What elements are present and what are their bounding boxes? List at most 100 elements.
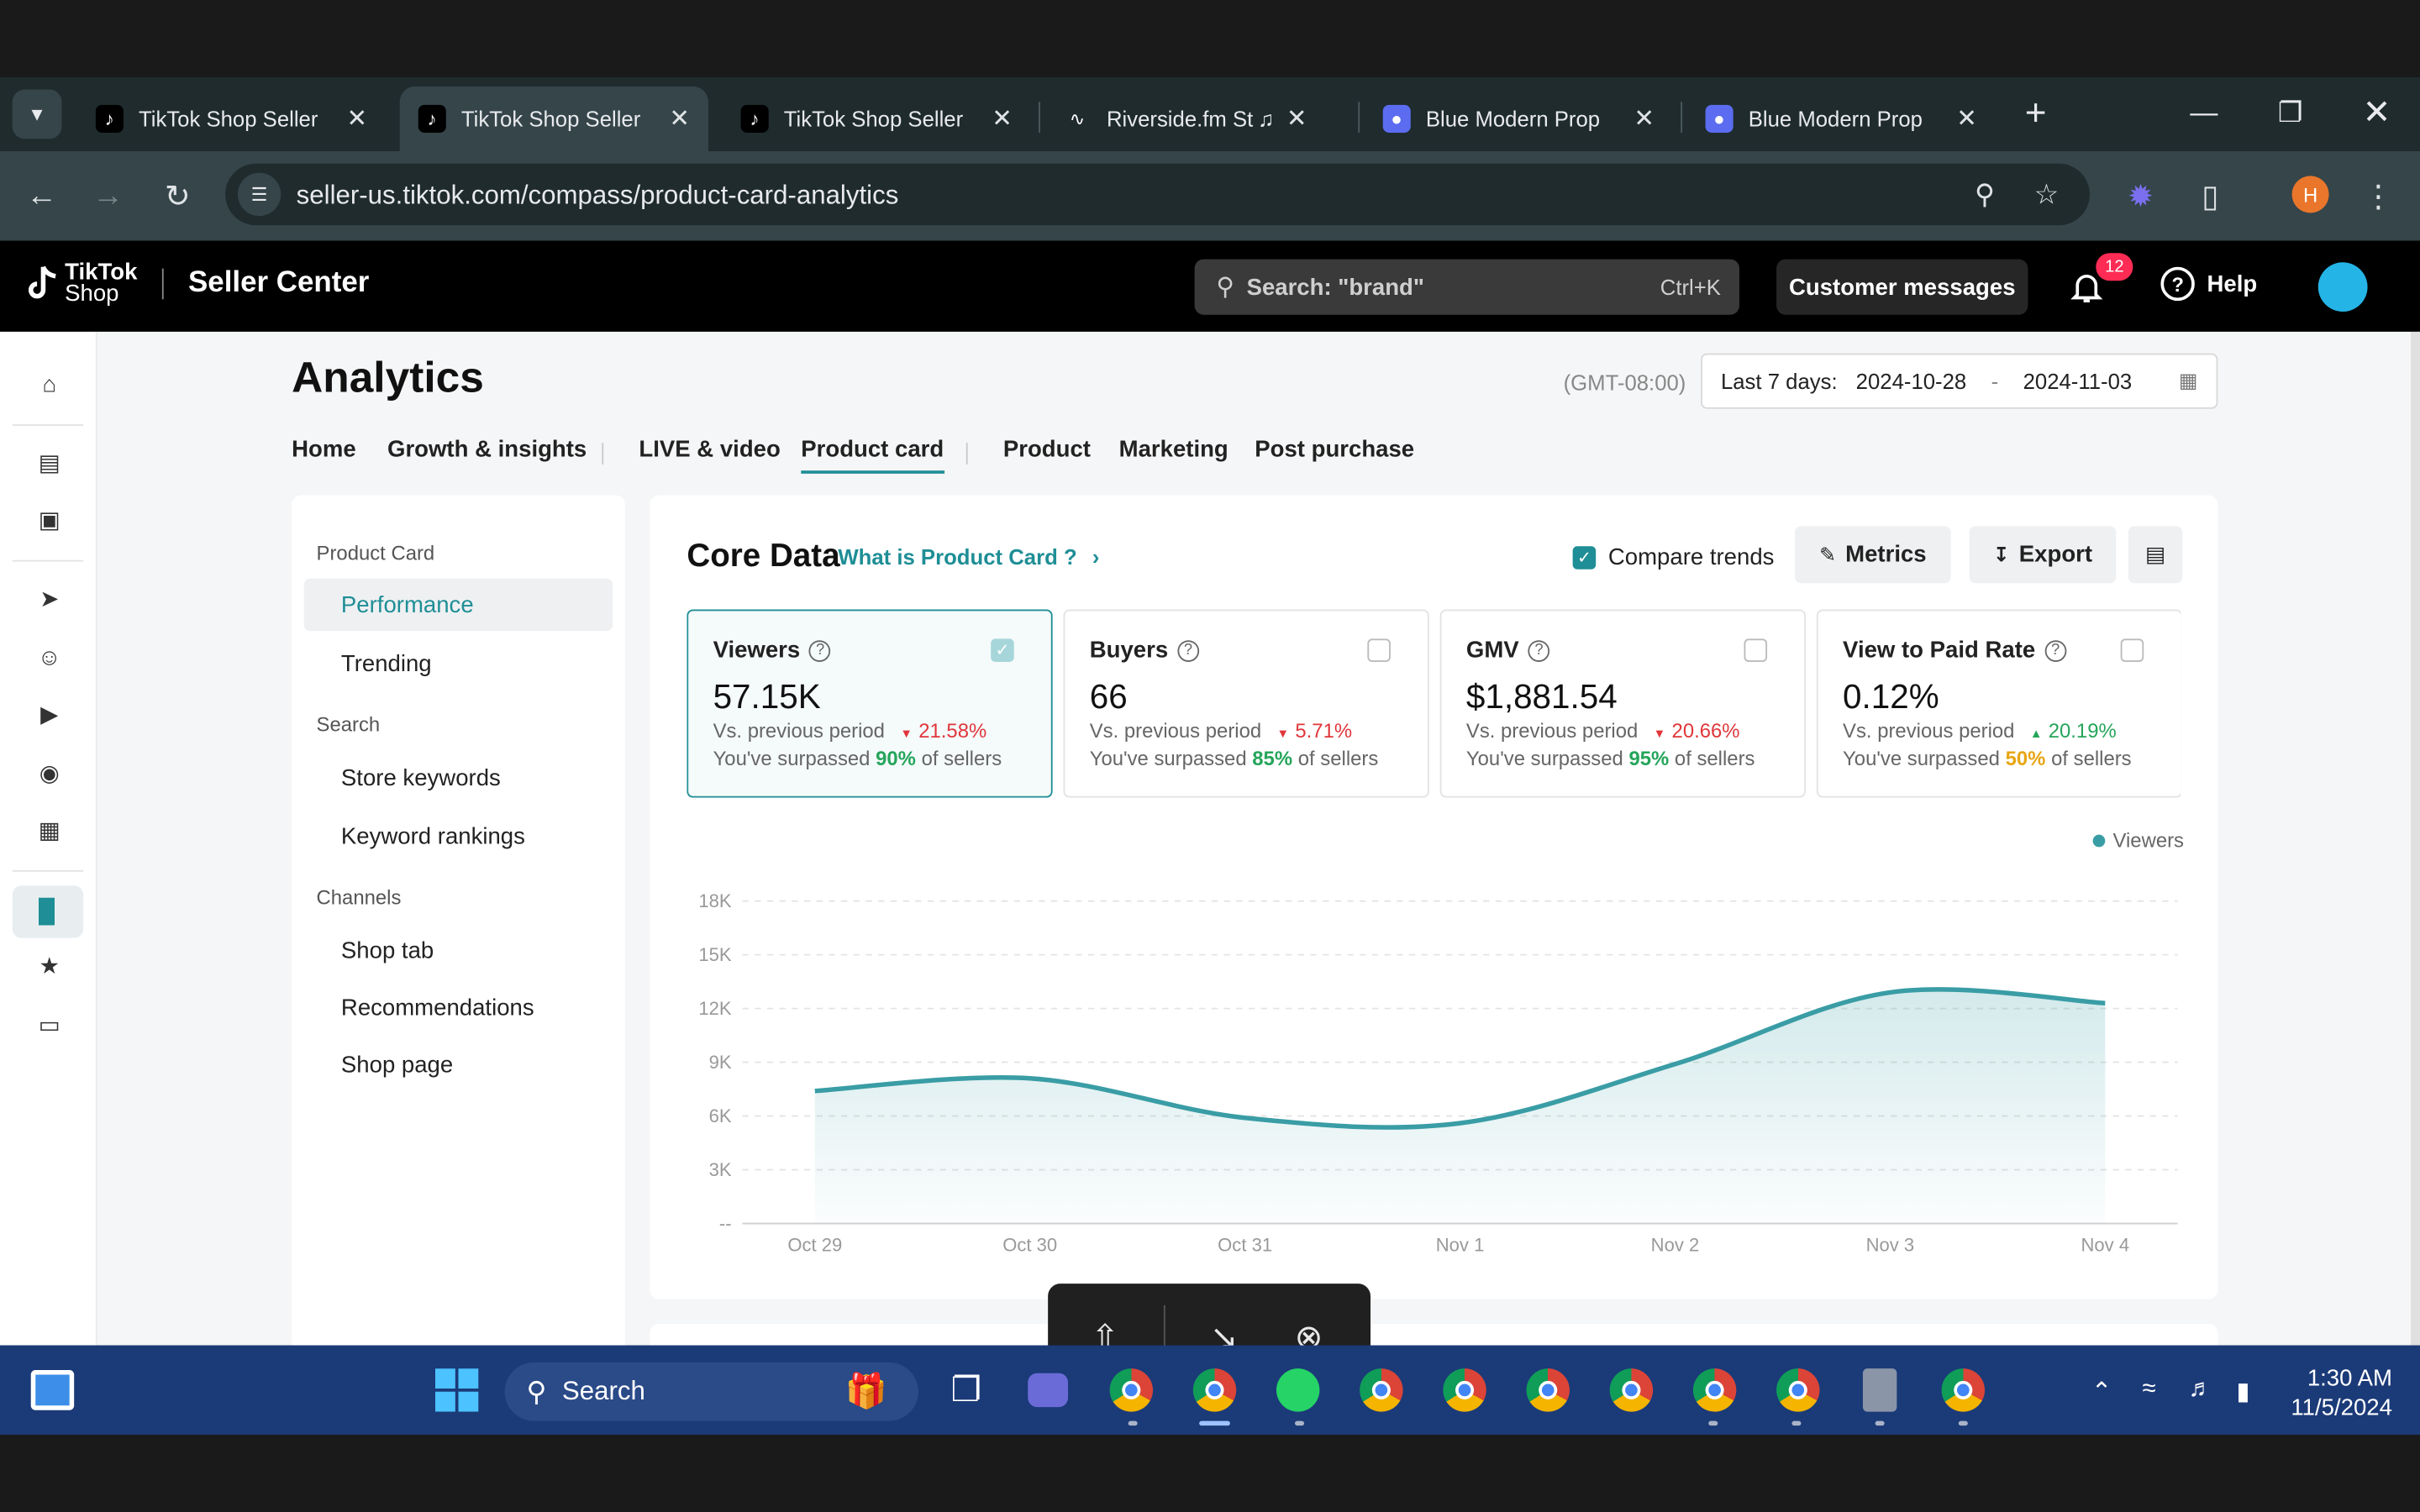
running-indicator — [1958, 1420, 1968, 1426]
y-tick-label: 15K — [698, 944, 732, 965]
rail-orders[interactable]: ▤ — [31, 444, 68, 481]
minimize-button[interactable]: — — [2160, 77, 2247, 148]
tab-search-button[interactable]: ▼ — [12, 89, 62, 139]
y-tick-label: 9K — [709, 1052, 732, 1073]
account-avatar[interactable] — [2317, 262, 2368, 312]
extension-flower-icon: ✹ — [2128, 179, 2154, 214]
viewers-area — [814, 989, 2106, 1224]
whatsapp-button[interactable] — [1271, 1364, 1323, 1416]
battery-icon[interactable]: ▮ — [2236, 1376, 2249, 1407]
nav-item-performance[interactable]: Performance — [303, 578, 613, 632]
global-search-input[interactable]: ⚲ Search: "brand" Ctrl+K — [1194, 259, 1740, 315]
chrome-app-8[interactable] — [1772, 1364, 1824, 1416]
chrome-app-5[interactable] — [1522, 1364, 1574, 1416]
tab-separator — [1681, 102, 1683, 133]
chrome-app-9[interactable] — [1937, 1364, 1989, 1416]
bookmark-button[interactable]: ☆ — [2028, 176, 2065, 213]
rail-live[interactable]: ▶ — [31, 696, 68, 732]
chrome-icon — [1609, 1368, 1654, 1412]
nav-item-store-keywords[interactable]: Store keywords — [304, 751, 613, 803]
rail-creators[interactable]: ☺ — [31, 638, 68, 675]
question-circle-icon: ? — [2160, 266, 2195, 302]
browser-tab[interactable]: ♪ TikTok Shop Seller ✕ — [399, 86, 709, 152]
extension-button[interactable]: ✹ — [2118, 173, 2164, 219]
rail-finance[interactable]: ▭ — [31, 1006, 68, 1043]
close-tab-icon[interactable]: ✕ — [992, 103, 1013, 134]
rail-apps[interactable]: ▦ — [31, 811, 68, 848]
chrome-icon — [1109, 1368, 1154, 1412]
nav-item-trending[interactable]: Trending — [304, 638, 613, 690]
close-tab-icon[interactable]: ✕ — [669, 103, 690, 134]
chrome-app-1[interactable] — [1105, 1364, 1157, 1416]
brand[interactable]: TikTok Shop Seller Center — [24, 260, 369, 306]
rail-marketing[interactable]: ➤ — [31, 580, 68, 617]
rail-promotions[interactable]: ◉ — [31, 754, 68, 791]
teams-button[interactable] — [1022, 1364, 1074, 1416]
rail-home[interactable]: ⌂ — [31, 365, 68, 402]
viewers-chart[interactable]: -- 3K 6K 9K 12K 15K 18K Oct 29 Oct 30 Oct 31 Nov 1… — [650, 496, 2217, 1299]
profile-avatar[interactable]: H — [2291, 176, 2329, 213]
page-scrollbar[interactable] — [2410, 331, 2420, 1346]
browser-tab[interactable]: ● Blue Modern Prop ✕ — [1687, 87, 1996, 151]
tab-growth-insights[interactable]: Growth & insights — [387, 437, 587, 463]
close-window-button[interactable]: ✕ — [2333, 77, 2420, 148]
chrome-app-7[interactable] — [1688, 1364, 1740, 1416]
app-body: ⌂ ▤ ▣ ➤ ☺ ▶ ◉ ▦ ▉ ★ ▭ Analytics (GMT-08:… — [0, 331, 2420, 1346]
customer-messages-button[interactable]: Customer messages — [1776, 259, 2028, 315]
taskbar-clock[interactable]: 1:30 AM 11/5/2024 — [2291, 1364, 2392, 1423]
task-view-button[interactable]: ❐ — [940, 1364, 992, 1416]
back-button[interactable]: ← — [18, 173, 65, 219]
chrome-app-3[interactable] — [1355, 1364, 1407, 1416]
close-tab-icon[interactable]: ✕ — [1956, 103, 1977, 134]
browser-tab[interactable]: ● Blue Modern Prop ✕ — [1365, 87, 1673, 151]
help-button[interactable]: ? Help — [2160, 266, 2257, 302]
date-range-picker[interactable]: Last 7 days: 2024-10-28 - 2024-11-03 ▦ — [1701, 353, 2218, 409]
rail-analytics[interactable]: ▉ — [12, 885, 84, 938]
browser-tab[interactable]: ♪ TikTok Shop Seller ✕ — [77, 87, 386, 151]
browser-menu-button[interactable]: ⋮ — [2355, 173, 2402, 219]
rail-products[interactable]: ▣ — [31, 501, 68, 538]
chrome-app-2[interactable] — [1188, 1364, 1240, 1416]
extensions-menu-button[interactable]: ▯ — [2187, 173, 2233, 219]
calculator-button[interactable] — [1854, 1364, 1906, 1416]
browser-tab[interactable]: ♪ TikTok Shop Seller ✕ — [723, 87, 1031, 151]
search-icon: ⚲ — [1216, 274, 1234, 302]
search-icon: ⚲ — [526, 1375, 547, 1407]
tab-product[interactable]: Product — [1003, 437, 1091, 463]
tab-product-card[interactable]: Product card — [801, 437, 944, 474]
chrome-app-4[interactable] — [1439, 1364, 1491, 1416]
tab-home[interactable]: Home — [292, 437, 356, 463]
next-panel — [650, 1323, 2218, 1346]
tab-post-purchase[interactable]: Post purchase — [1255, 437, 1414, 463]
puzzle-icon: ▯ — [2202, 179, 2219, 214]
chrome-app-6[interactable] — [1605, 1364, 1657, 1416]
volume-icon[interactable]: ♬ — [2188, 1376, 2212, 1404]
browser-tab[interactable]: ∿ Riverside.fm St ♫ ✕ — [1044, 87, 1353, 151]
address-bar[interactable]: ☰ seller-us.tiktok.com/compass/product-c… — [225, 163, 2090, 226]
reload-button[interactable]: ↻ — [155, 173, 201, 219]
forward-button[interactable]: → — [85, 173, 131, 219]
restore-button[interactable]: ❐ — [2247, 77, 2333, 148]
close-tab-icon[interactable]: ✕ — [347, 103, 368, 134]
tab-live-video[interactable]: LIVE & video — [639, 437, 780, 463]
close-tab-icon[interactable]: ✕ — [1634, 103, 1655, 134]
speaker-icon[interactable]: ♫ — [1258, 107, 1274, 131]
chrome-icon — [1776, 1368, 1820, 1412]
start-button[interactable] — [430, 1364, 482, 1416]
taskbar-search[interactable]: ⚲ Search 🎁 — [504, 1362, 918, 1421]
nav-item-keyword-rankings[interactable]: Keyword rankings — [304, 810, 613, 862]
nav-item-shop-tab[interactable]: Shop tab — [304, 924, 613, 976]
zoom-button[interactable]: ⚲ — [1966, 176, 2003, 213]
wifi-icon[interactable]: ≈ — [2142, 1376, 2155, 1404]
widgets-button[interactable] — [26, 1364, 78, 1416]
site-info-button[interactable]: ☰ — [237, 172, 281, 217]
tab-marketing[interactable]: Marketing — [1119, 437, 1228, 463]
close-tab-icon[interactable]: ✕ — [1286, 103, 1307, 134]
new-tab-button[interactable]: + — [2007, 77, 2065, 151]
tray-chevron-up-icon[interactable]: ⌃ — [2091, 1376, 2112, 1407]
nav-item-recommendations[interactable]: Recommendations — [304, 981, 613, 1033]
tiktok-logo-icon — [29, 265, 56, 299]
tab-title: TikTok Shop Seller — [138, 106, 318, 132]
rail-rewards[interactable]: ★ — [31, 948, 68, 984]
nav-item-shop-page[interactable]: Shop page — [304, 1038, 613, 1090]
